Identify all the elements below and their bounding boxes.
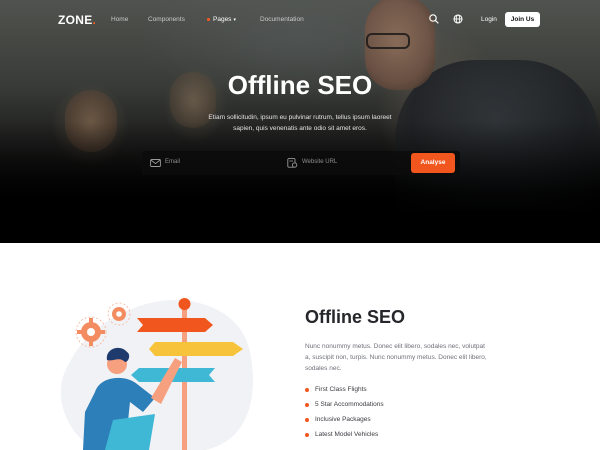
chevron-down-icon: ▾ <box>233 17 236 23</box>
join-us-button[interactable]: Join Us <box>505 12 540 27</box>
email-placeholder: Email <box>165 159 181 165</box>
bullet-dot <box>305 433 309 437</box>
list-item-label: Latest Model Vehicles <box>315 431 379 438</box>
bullet-dot <box>305 418 309 422</box>
login-link[interactable]: Login <box>481 16 497 23</box>
globe-icon[interactable] <box>452 13 464 25</box>
list-item: 5 Star Accommodations <box>305 401 384 416</box>
nav-link-components[interactable]: Components <box>148 16 185 23</box>
nav-link-pages[interactable]: Pages ▾ <box>213 16 236 23</box>
section-description: Nunc nonummy metus. Donec elit libero, s… <box>305 343 487 372</box>
hero-title: Offline SEO <box>227 70 373 100</box>
email-field[interactable]: Email <box>150 151 280 175</box>
list-item-label: 5 Star Accommodations <box>315 401 384 408</box>
list-item: First Class Flights <box>305 386 384 401</box>
hero-section: ZONE. Home Components Pages ▾ Documentati… <box>0 0 600 243</box>
top-navbar: ZONE. Home Components Pages ▾ Documentati… <box>0 0 600 40</box>
logo-dot: . <box>92 13 97 27</box>
section-title: Offline SEO <box>305 307 406 327</box>
list-item: Latest Model Vehicles <box>305 431 384 446</box>
mail-icon <box>150 159 161 167</box>
list-item-label: First Class Flights <box>315 386 367 393</box>
bullet-dot <box>305 388 309 392</box>
list-item: Inclusive Packages <box>305 416 384 431</box>
signpost-illustration <box>60 298 253 450</box>
analyse-button[interactable]: Analyse <box>411 153 455 173</box>
website-placeholder: Website URL <box>302 159 338 165</box>
hero-subtitle: Etiam sollicitudin, ipsum eu pulvinar ru… <box>208 114 392 132</box>
search-icon[interactable] <box>428 13 440 25</box>
bullet-dot <box>305 403 309 407</box>
brand-logo[interactable]: ZONE. <box>58 13 96 27</box>
nav-link-pages-label: Pages <box>213 16 232 23</box>
nav-link-home[interactable]: Home <box>111 16 128 23</box>
nav-link-documentation[interactable]: Documentation <box>260 16 304 23</box>
logo-text: ZONE <box>58 13 93 27</box>
list-item-label: Inclusive Packages <box>315 416 371 423</box>
link-icon <box>287 158 298 168</box>
active-indicator-dot <box>207 18 210 21</box>
website-url-field[interactable]: Website URL <box>287 151 407 175</box>
feature-list: First Class Flights 5 Star Accommodation… <box>305 386 384 446</box>
